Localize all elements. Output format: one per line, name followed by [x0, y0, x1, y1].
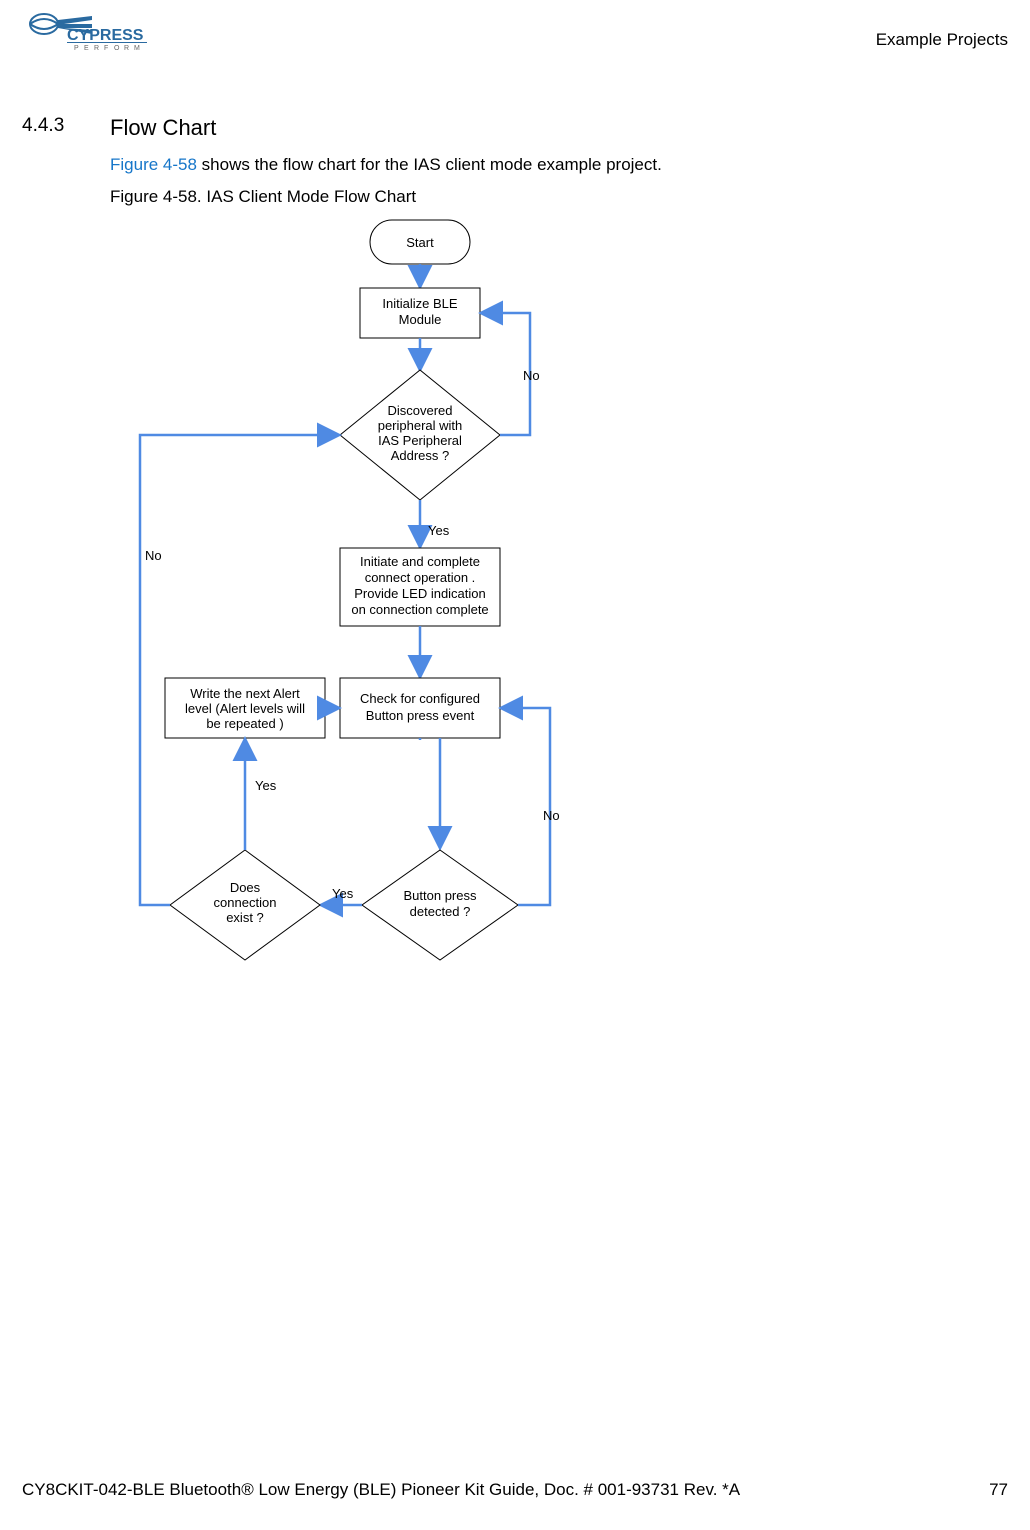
flow-node-check-l1: Check for configured [360, 691, 480, 706]
header-chapter: Example Projects [876, 30, 1008, 50]
logo-brand-text: CYPRESS [67, 27, 144, 44]
flow-label-no: No [543, 808, 560, 823]
flow-node-init-l2: Module [399, 312, 442, 327]
flow-node-connect-l1: Initiate and complete [360, 554, 480, 569]
flow-node-init-l1: Initialize BLE [382, 296, 457, 311]
section-title: Flow Chart [110, 115, 216, 141]
flow-label-yes: Yes [428, 523, 450, 538]
flow-node-start-label: Start [406, 235, 434, 250]
flowchart-figure: Start Initialize BLE Module Discovered p… [110, 210, 920, 1020]
svg-text:M: M [134, 45, 140, 52]
flow-node-check-l2: Button press event [366, 708, 475, 723]
flow-label-yes: Yes [255, 778, 277, 793]
flow-node-write-l1: Write the next Alert [190, 686, 300, 701]
flow-node-discovered-l3: IAS Peripheral [378, 433, 462, 448]
flow-label-yes: Yes [332, 886, 354, 901]
flow-node-discovered-l2: peripheral with [378, 418, 463, 433]
flow-node-connect-l4: on connection complete [351, 602, 488, 617]
flow-node-write-l3: be repeated ) [206, 716, 283, 731]
svg-text:R: R [94, 45, 99, 52]
svg-text:O: O [114, 45, 120, 52]
section-number: 4.4.3 [22, 115, 64, 137]
flow-node-connect-l3: Provide LED indication [354, 586, 486, 601]
flow-label-no: No [145, 548, 162, 563]
figure-reference-link[interactable]: Figure 4-58 [110, 155, 197, 174]
svg-text:F: F [104, 45, 108, 52]
footer-doc-id: CY8CKIT-042-BLE Bluetooth® Low Energy (B… [22, 1480, 740, 1500]
flow-node-button-l2: detected ? [410, 904, 471, 919]
figure-caption: Figure 4-58. IAS Client Mode Flow Chart [110, 187, 416, 207]
svg-text:P: P [74, 45, 79, 52]
flow-node-write-l2: level (Alert levels will [185, 701, 305, 716]
svg-text:E: E [84, 45, 89, 52]
flow-label-no: No [523, 368, 540, 383]
footer-page-number: 77 [989, 1480, 1008, 1500]
flow-node-discovered-l4: Address ? [391, 448, 450, 463]
intro-text: Figure 4-58 shows the flow chart for the… [110, 155, 662, 175]
flow-arrow-btn-no [503, 708, 550, 905]
flow-node-exist-l2: connection [214, 895, 277, 910]
flow-node-button-l1: Button press [404, 888, 477, 903]
flow-arrow-exist-no [140, 435, 337, 905]
flow-node-exist-l1: Does [230, 880, 261, 895]
cypress-logo: CYPRESS P E R F O R M [22, 10, 172, 60]
flow-node-exist-l3: exist ? [226, 910, 264, 925]
document-page: CYPRESS P E R F O R M Example Projects 4… [0, 0, 1030, 1530]
flow-node-connect-l2: connect operation . [365, 570, 476, 585]
intro-rest: shows the flow chart for the IAS client … [197, 155, 662, 174]
svg-text:R: R [124, 45, 129, 52]
flow-node-discovered-l1: Discovered [387, 403, 452, 418]
